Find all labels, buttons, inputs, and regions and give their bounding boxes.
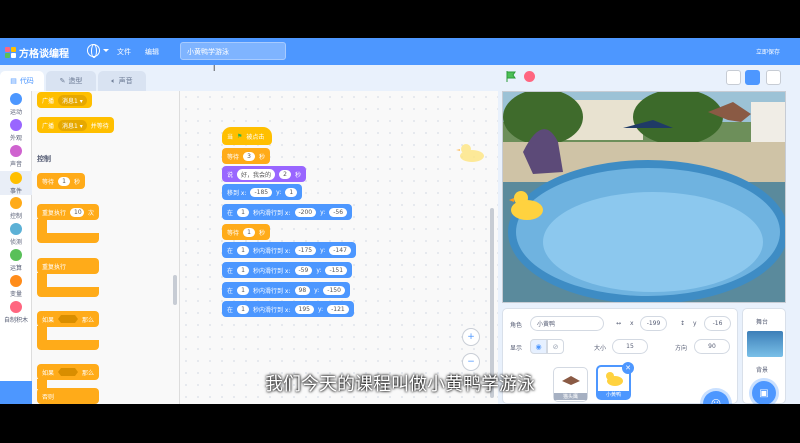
language-chevron-down-icon	[103, 49, 109, 52]
menu-bar: 方格谈编程 文件 编辑 小黄鸭学游泳 立即保存	[0, 38, 800, 65]
my-blocks-dot-icon	[10, 301, 22, 313]
palette-repeat-block[interactable]: 重复执行 10 次	[37, 204, 99, 220]
brush-icon: ✎	[59, 77, 66, 85]
looks-dot-icon	[10, 119, 22, 131]
zoom-in-icon: +	[467, 332, 475, 342]
y-arrows-icon: ↕	[680, 320, 686, 327]
category-variables[interactable]: 变量	[0, 275, 32, 298]
hide-eye-slash-icon[interactable]: ⊘	[547, 339, 564, 354]
code-icon: ▤	[10, 77, 17, 85]
events-dot-icon	[10, 172, 22, 184]
direction-label: 方向	[675, 345, 688, 352]
zoom-out-button[interactable]: −	[462, 353, 480, 371]
file-menu[interactable]: 文件	[117, 47, 131, 57]
brand-name: 方格谈编程	[19, 49, 69, 60]
sprite-name-input[interactable]: 小黄鸭	[530, 316, 604, 331]
when-flag-clicked-block[interactable]: 当 ⚑ 被点击	[222, 127, 272, 145]
show-visible-eye-icon[interactable]: ◉	[530, 339, 547, 354]
language-globe-icon[interactable]	[87, 44, 100, 58]
y-position-input[interactable]: -16	[704, 316, 731, 331]
size-label: 大小	[594, 345, 607, 352]
zoom-in-button[interactable]: +	[462, 328, 480, 346]
video-subtitle: 我们今天的课程叫做小黄鸭学游泳	[265, 374, 535, 395]
forever-foot	[37, 287, 99, 297]
if-foot	[37, 340, 99, 350]
script-glide-block[interactable]: 在 1 秒内滑行到 x: -200 y: -56	[222, 204, 353, 220]
green-flag-icon: ⚑	[237, 132, 243, 140]
category-looks[interactable]: 外观	[0, 119, 32, 142]
repeat-arm	[37, 219, 47, 233]
palette-broadcast-wait-block[interactable]: 广播 消息1 ▾ 并等待	[37, 117, 114, 133]
fullscreen-button[interactable]	[766, 70, 781, 85]
category-sensing[interactable]: 侦测	[0, 223, 32, 246]
x-arrows-icon: ↔	[616, 320, 622, 327]
stage-label: 舞台	[756, 319, 769, 326]
control-dot-icon	[10, 197, 22, 209]
small-stage-button[interactable]	[726, 70, 741, 85]
project-title-input[interactable]: 小黄鸭学游泳	[180, 42, 286, 60]
palette-scrollbar[interactable]	[173, 275, 177, 305]
direction-input[interactable]: 90	[694, 339, 730, 354]
script-goto-block[interactable]: 移到 x: -185 y: 1	[222, 184, 303, 200]
speaker-icon: 🔈︎	[111, 76, 116, 85]
tab-sounds[interactable]: 🔈︎ 声音	[98, 71, 146, 91]
section-control-title: 控制	[37, 155, 51, 163]
sound-dot-icon	[10, 145, 22, 157]
save-now-button[interactable]: 立即保存	[756, 47, 780, 56]
script-wait-block[interactable]: 等待 3 秒	[222, 148, 271, 164]
if-arm	[37, 326, 47, 340]
size-input[interactable]: 15	[612, 339, 648, 354]
logo-icon	[5, 47, 16, 58]
repeat-foot	[37, 233, 99, 243]
category-events[interactable]: 事件	[0, 171, 32, 195]
normal-stage-button[interactable]	[745, 70, 760, 85]
green-flag-icon[interactable]	[506, 71, 517, 82]
script-glide-block[interactable]: 在 1 秒内滑行到 x: 98 y: -150	[222, 282, 350, 298]
cat-face-icon: ☺	[710, 398, 722, 405]
script-glide-block[interactable]: 在 1 秒内滑行到 x: -175 y: -147	[222, 242, 356, 258]
zoom-out-icon: −	[467, 357, 475, 367]
operators-dot-icon	[10, 249, 22, 261]
tab-costumes[interactable]: ✎ 造型	[46, 71, 96, 91]
tab-code[interactable]: ▤ 代码	[0, 71, 44, 91]
sprite-ghost-duck-icon	[456, 144, 484, 162]
script-say-block[interactable]: 说好，我会的 2 秒	[222, 166, 307, 182]
stage-canvas[interactable]	[502, 91, 786, 303]
category-operators[interactable]: 运算	[0, 249, 32, 272]
block-palette: 广播 消息1 ▾ 广播 消息1 ▾ 并等待 控制 等待 1 秒 重复执行 10 次 重复执行 …	[32, 91, 180, 404]
condition-slot	[58, 315, 78, 323]
sensing-dot-icon	[10, 223, 22, 235]
block-categories: 运动 外观 声音 事件 控制 侦测 运算 变量 自制积木	[0, 91, 32, 404]
palette-wait-block[interactable]: 等待 1 秒	[37, 173, 86, 189]
brand-logo[interactable]: 方格谈编程	[5, 45, 69, 60]
palette-forever-block[interactable]: 重复执行	[37, 258, 99, 274]
stop-icon[interactable]	[524, 71, 535, 82]
edit-menu[interactable]: 编辑	[145, 47, 159, 57]
palette-if-block[interactable]: 如果 那么	[37, 311, 99, 327]
script-wait-block[interactable]: 等待 1 秒	[222, 224, 271, 240]
category-motion[interactable]: 运动	[0, 93, 32, 116]
stage-header	[498, 65, 800, 91]
scratch-editor: 方格谈编程 文件 编辑 小黄鸭学游泳 立即保存 I ▤ 代码 ✎ 造型 🔈︎ 声音 运…	[0, 38, 800, 404]
forever-arm	[37, 273, 47, 287]
category-control[interactable]: 控制	[0, 197, 32, 220]
show-label: 显示	[510, 345, 523, 352]
category-sound[interactable]: 声音	[0, 145, 32, 168]
x-position-input[interactable]: -199	[640, 316, 667, 331]
pool-backdrop	[503, 92, 785, 302]
motion-dot-icon	[10, 93, 22, 105]
category-my-blocks[interactable]: 自制积木	[0, 301, 32, 324]
variables-dot-icon	[10, 275, 22, 287]
stage-thumbnail[interactable]	[747, 331, 783, 357]
sprite-name-label: 角色	[510, 322, 523, 329]
text-cursor: I	[213, 64, 216, 73]
palette-broadcast-block[interactable]: 广播 消息1 ▾	[37, 92, 92, 108]
script-glide-block[interactable]: 在 1 秒内滑行到 x: -59 y: -151	[222, 262, 353, 278]
duck-sprite	[511, 200, 543, 220]
script-glide-block[interactable]: 在 1 秒内滑行到 x: 195 y: -121	[222, 301, 354, 317]
